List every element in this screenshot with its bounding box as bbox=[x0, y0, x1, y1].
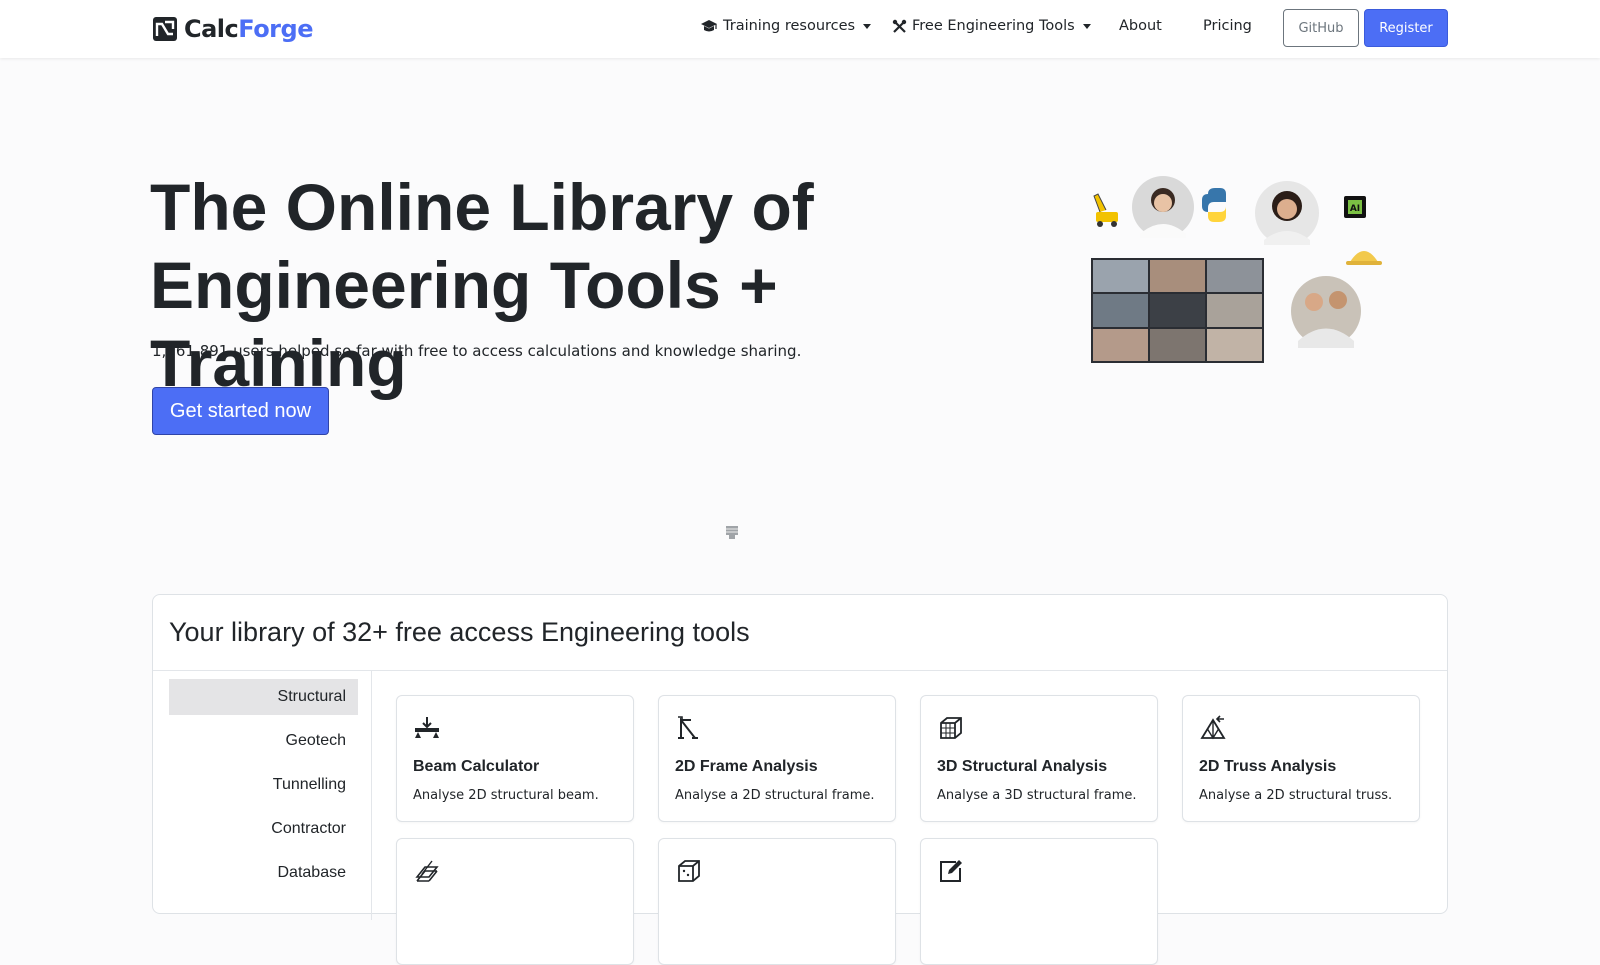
tool-card-2d-truss-analysis[interactable]: 2D Truss Analysis Analyse a 2D structura… bbox=[1182, 695, 1420, 822]
tool-name: 2D Truss Analysis bbox=[1199, 758, 1337, 775]
edit-icon bbox=[940, 860, 962, 882]
avatar bbox=[1255, 181, 1319, 245]
tool-description: Analyse a 2D structural truss. bbox=[1199, 788, 1393, 803]
navbar: CalcForge Training resources Free Engine… bbox=[0, 0, 1600, 58]
get-started-button[interactable]: Get started now bbox=[152, 387, 329, 435]
nav-pricing-link[interactable]: Pricing bbox=[1203, 18, 1252, 34]
hard-hat-icon bbox=[1346, 251, 1382, 265]
tool-card[interactable] bbox=[396, 838, 634, 965]
scroll-down-icon[interactable] bbox=[726, 526, 738, 540]
video-tile bbox=[1150, 294, 1205, 327]
brand-name-part1: Calc bbox=[184, 15, 239, 43]
brand-name-part2: Forge bbox=[238, 15, 313, 43]
tool-name: Beam Calculator bbox=[413, 758, 540, 775]
tool-card[interactable] bbox=[658, 838, 896, 965]
ai-chip-icon: AI bbox=[1344, 196, 1366, 218]
python-icon bbox=[1202, 188, 1226, 222]
register-button[interactable]: Register bbox=[1364, 9, 1448, 47]
crane-icon bbox=[1093, 193, 1118, 227]
brand-logo[interactable]: CalcForge bbox=[152, 14, 313, 44]
tool-library-header: Your library of 32+ free access Engineer… bbox=[153, 595, 1447, 671]
nav-training-dropdown[interactable]: Training resources bbox=[700, 18, 872, 34]
hero-subtitle: 1,161,891 users helped so far with free … bbox=[152, 342, 802, 360]
nav-training-label: Training resources bbox=[723, 18, 856, 34]
avatar bbox=[1291, 276, 1361, 348]
video-tile bbox=[1093, 328, 1148, 361]
hero-title-line1: The Online Library of bbox=[150, 170, 814, 244]
tool-name: 3D Structural Analysis bbox=[937, 758, 1108, 775]
category-geotech[interactable]: Geotech bbox=[169, 723, 358, 759]
video-tile bbox=[1207, 328, 1262, 361]
category-tunnelling[interactable]: Tunnelling bbox=[169, 767, 358, 803]
tool-description: Analyse a 2D structural frame. bbox=[675, 788, 875, 803]
nav-tools-dropdown[interactable]: Free Engineering Tools bbox=[892, 18, 1091, 34]
nav-tools-label: Free Engineering Tools bbox=[912, 18, 1075, 34]
graduation-cap-icon bbox=[701, 20, 717, 32]
category-structural[interactable]: Structural bbox=[169, 679, 358, 715]
tool-card-beam-calculator[interactable]: Beam Calculator Analyse 2D structural be… bbox=[396, 695, 634, 822]
video-tile bbox=[1207, 294, 1262, 327]
tool-card-3d-structural-analysis[interactable]: 3D Structural Analysis Analyse a 3D stru… bbox=[920, 695, 1158, 822]
tools-icon bbox=[892, 19, 907, 33]
tool-library-title: Your library of 32+ free access Engineer… bbox=[169, 617, 750, 647]
category-database[interactable]: Database bbox=[169, 855, 358, 891]
tool-name: 2D Frame Analysis bbox=[675, 758, 818, 775]
tool-card-2d-frame-analysis[interactable]: 2D Frame Analysis Analyse a 2D structura… bbox=[658, 695, 896, 822]
cube-icon bbox=[678, 860, 700, 882]
github-button[interactable]: GitHub bbox=[1283, 9, 1359, 47]
cube-frame-icon bbox=[940, 717, 962, 739]
video-tile bbox=[1207, 260, 1262, 293]
logo-icon bbox=[153, 17, 177, 41]
truss-icon bbox=[1200, 715, 1226, 740]
tool-library-card: Your library of 32+ free access Engineer… bbox=[152, 594, 1448, 965]
video-tile bbox=[1093, 294, 1148, 327]
avatar bbox=[1132, 176, 1194, 238]
category-contractor[interactable]: Contractor bbox=[169, 811, 358, 847]
nav-about-link[interactable]: About bbox=[1119, 18, 1162, 34]
chevron-down-icon bbox=[1082, 23, 1091, 29]
video-tile bbox=[1150, 260, 1205, 293]
video-tile bbox=[1150, 328, 1205, 361]
tool-description: Analyse a 3D structural frame. bbox=[937, 788, 1137, 803]
tool-card[interactable] bbox=[920, 838, 1158, 965]
hero-title-line2: Engineering Tools + Training bbox=[150, 248, 778, 400]
svg-text:AI: AI bbox=[1350, 204, 1360, 214]
beam-icon bbox=[415, 717, 439, 738]
hero-title: The Online Library of Engineering Tools … bbox=[150, 168, 1050, 402]
video-tile bbox=[1093, 260, 1148, 293]
video-call-grid bbox=[1091, 258, 1264, 363]
chevron-down-icon bbox=[863, 23, 872, 29]
frame-icon bbox=[678, 716, 698, 739]
tool-description: Analyse 2D structural beam. bbox=[413, 788, 599, 803]
section-icon bbox=[415, 860, 439, 882]
category-sidebar: Structural Geotech Tunnelling Contractor… bbox=[153, 670, 372, 920]
